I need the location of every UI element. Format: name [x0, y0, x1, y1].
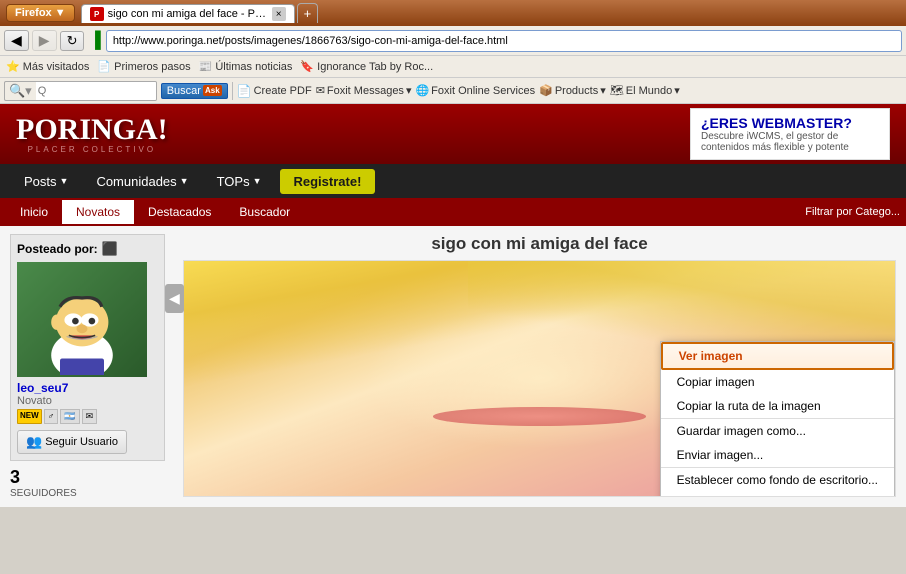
foxit-messages-btn[interactable]: ✉ Foxit Messages ▾ [316, 84, 412, 97]
bookmark-ultimas-noticias[interactable]: 📰 Últimas noticias [199, 60, 293, 73]
foxit-online-btn[interactable]: 🌐 Foxit Online Services [415, 84, 535, 97]
context-menu-item-enviar[interactable]: Enviar imagen... [661, 443, 894, 467]
menu-item-tops[interactable]: TOPs ▼ [203, 166, 276, 197]
posts-arrow: ▼ [60, 176, 69, 186]
male-icon: ♂ [44, 409, 59, 424]
bookmark-primeros-pasos[interactable]: 📄 Primeros pasos [97, 60, 190, 73]
rss-icon: ⬛ [102, 241, 118, 257]
tab-favicon: P [90, 7, 104, 21]
bookmark-ignorance[interactable]: 🔖 Ignorance Tab by Roc... [300, 60, 433, 73]
context-menu-item-fondo[interactable]: Establecer como fondo de escritorio... [661, 468, 894, 492]
followers-count: 3 [10, 467, 165, 488]
mail-icon: ✉ [82, 409, 98, 424]
signal-icon: ▐ [89, 32, 100, 50]
products-btn[interactable]: 📦 Products ▾ [539, 84, 606, 97]
filter-text: Filtrar por Catego... [805, 206, 900, 218]
create-pdf-btn[interactable]: 📄 Create PDF [237, 84, 312, 98]
context-menu-item-info[interactable]: Ver información de la imagen [661, 492, 894, 497]
user-role: Novato [17, 395, 158, 407]
ad-title: ¿ERES WEBMASTER? [701, 115, 879, 131]
search-dropdown-icon[interactable]: 🔍▾ [5, 83, 36, 99]
active-tab[interactable]: P sigo con mi amiga del face - Poringa! … [81, 4, 295, 23]
followers-section: 3 SEGUIDORES [10, 467, 165, 499]
back-arrow-btn[interactable]: ◀ [165, 284, 184, 313]
bookmarks-bar: ⭐ Más visitados 📄 Primeros pasos 📰 Últim… [0, 56, 906, 78]
post-title: sigo con mi amiga del face [183, 234, 896, 254]
ask-logo: Ask [203, 85, 222, 96]
tab-bar: P sigo con mi amiga del face - Poringa! … [81, 3, 900, 23]
sub-nav-novatos[interactable]: Novatos [62, 200, 134, 224]
user-badges: NEW ♂ 🇦🇷 ✉ [17, 409, 158, 424]
new-badge: NEW [17, 409, 42, 424]
foxit-msg-icon: ✉ [316, 84, 325, 97]
sub-nav-inicio[interactable]: Inicio [6, 200, 62, 224]
tops-arrow: ▼ [253, 176, 262, 186]
forward-button[interactable]: ▶ [32, 30, 57, 51]
comunidades-arrow: ▼ [180, 176, 189, 186]
url-bar[interactable] [106, 30, 902, 52]
followers-label: SEGUIDORES [10, 488, 165, 499]
sub-nav-destacados[interactable]: Destacados [134, 200, 225, 224]
browser-content: PORINGA! PLACER COLECTIVO ¿ERES WEBMASTE… [0, 104, 906, 507]
tab-title: sigo con mi amiga del face - Poringa! [108, 8, 268, 20]
buscar-button[interactable]: Buscar Ask [161, 83, 228, 99]
new-tab-button[interactable]: + [297, 3, 319, 23]
context-menu-item-ver-imagen[interactable]: Ver imagen [661, 342, 894, 370]
post-image-container: Ver imagen Copiar imagen Copiar la ruta … [183, 260, 896, 497]
titlebar: Firefox ▼ P sigo con mi amiga del face -… [0, 0, 906, 26]
poringa-subtitle: PLACER COLECTIVO [16, 145, 168, 154]
foxit-online-icon: 🌐 [415, 84, 429, 97]
context-menu-item-copiar-ruta[interactable]: Copiar la ruta de la imagen [661, 394, 894, 418]
flag-icon: 🇦🇷 [60, 409, 79, 424]
separator1 [232, 82, 233, 100]
menu-item-registrate[interactable]: Registrate! [280, 169, 376, 194]
pdf-icon: 📄 [237, 84, 252, 98]
products-icon: 📦 [539, 84, 553, 97]
tab-close-icon[interactable]: × [272, 7, 286, 21]
elmundo-icon: 🗺 [610, 84, 624, 97]
main-content: ◀ sigo con mi amiga del face [173, 234, 896, 499]
ad-text: Descubre iWCMS, el gestor de contenidos … [701, 131, 879, 153]
search-input[interactable] [36, 82, 156, 100]
toolbar2: 🔍▾ Buscar Ask 📄 Create PDF ✉ Foxit Messa… [0, 78, 906, 104]
user-avatar [17, 262, 147, 377]
poringa-ad[interactable]: ¿ERES WEBMASTER? Descubre iWCMS, el gest… [690, 108, 890, 160]
context-menu-item-guardar[interactable]: Guardar imagen como... [661, 419, 894, 443]
refresh-button[interactable]: ↻ [60, 31, 85, 51]
follow-icon: 👥 [26, 434, 42, 450]
back-button[interactable]: ◀ [4, 30, 29, 51]
bookmark-mas-visitados[interactable]: ⭐ Más visitados [6, 60, 89, 73]
page-content: Posteado por: ⬛ [0, 226, 906, 507]
posted-by-header: Posteado por: ⬛ [17, 241, 158, 257]
nav-menu: Posts ▼ Comunidades ▼ TOPs ▼ Registrate! [0, 164, 906, 198]
elmundo-btn[interactable]: 🗺 El Mundo ▾ [610, 84, 680, 97]
poringa-logo-section: PORINGA! PLACER COLECTIVO [16, 115, 168, 154]
sub-nav: Inicio Novatos Destacados Buscador Filtr… [0, 198, 906, 226]
nav-bar: ◀ ▶ ↻ ▐ [0, 26, 906, 56]
homer-svg [22, 265, 142, 375]
search-container: 🔍▾ [4, 81, 157, 101]
posted-by-section: Posteado por: ⬛ [10, 234, 165, 461]
context-menu-item-copiar[interactable]: Copiar imagen [661, 370, 894, 394]
poringa-logo: PORINGA! [16, 115, 168, 145]
menu-item-comunidades[interactable]: Comunidades ▼ [82, 166, 202, 197]
follow-user-button[interactable]: 👥 Seguir Usuario [17, 430, 127, 454]
sub-nav-buscador[interactable]: Buscador [225, 200, 304, 224]
left-sidebar: Posteado por: ⬛ [10, 234, 165, 499]
username[interactable]: leo_seu7 [17, 381, 158, 395]
menu-item-posts[interactable]: Posts ▼ [10, 166, 82, 197]
firefox-menu-button[interactable]: Firefox ▼ [6, 4, 75, 22]
context-menu: Ver imagen Copiar imagen Copiar la ruta … [660, 341, 895, 497]
poringa-header: PORINGA! PLACER COLECTIVO ¿ERES WEBMASTE… [0, 104, 906, 164]
